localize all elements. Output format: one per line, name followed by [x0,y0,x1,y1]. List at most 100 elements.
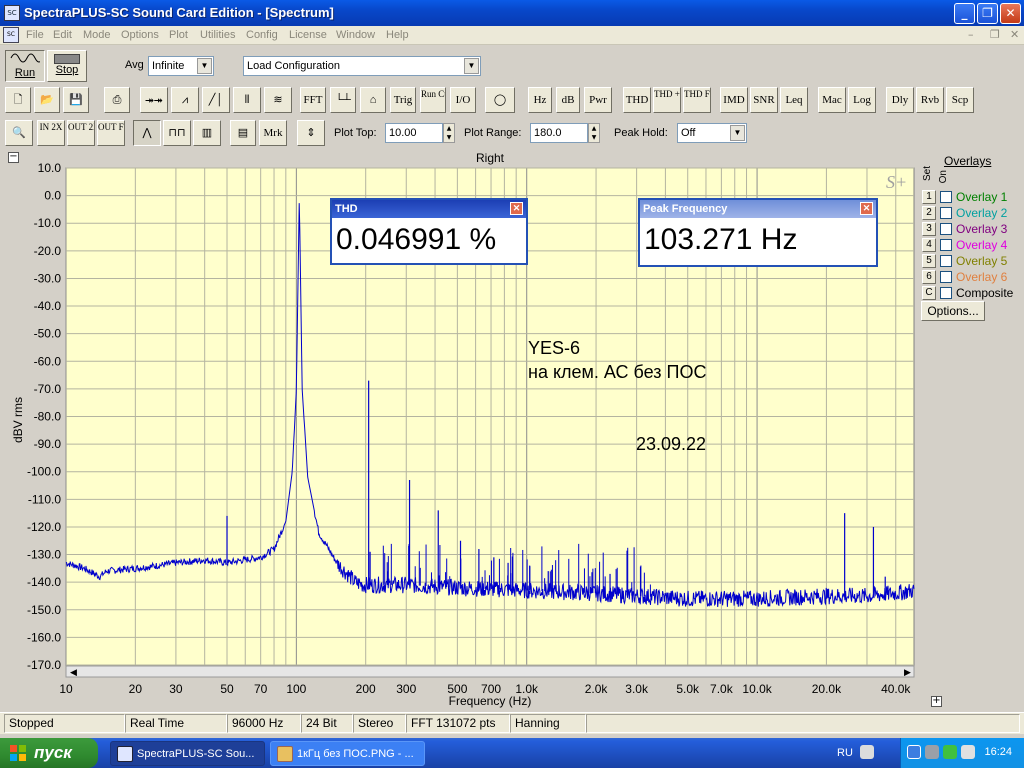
overlay-row-3[interactable]: 3 Overlay 3 [922,222,1022,236]
overlay-checkbox[interactable] [940,207,952,219]
overlay-set-button[interactable]: 4 [922,238,936,252]
overlay-row-1[interactable]: 1 Overlay 1 [922,190,1022,204]
overlay-row-2[interactable]: 2 Overlay 2 [922,206,1022,220]
y-tick-label: -20.0 [34,244,62,258]
clock[interactable]: 16:24 [984,746,1012,758]
overlay-set-button[interactable]: 5 [922,254,936,268]
task-spectraplus[interactable]: SpectraPLUS-SC Sou... [110,741,265,766]
x-tick-label: 70 [254,682,268,696]
overlay-options-button[interactable]: Options... [921,301,985,321]
status-empty [586,714,1020,733]
overlay-label: Overlay 4 [956,238,1008,252]
y-tick-label: 10.0 [38,161,62,175]
overlay-set-button[interactable]: 1 [922,190,936,204]
x-tick-label: 40.0k [881,682,911,696]
x-tick-label: 20.0k [812,682,842,696]
y-tick-label: -30.0 [34,271,62,285]
overlay-set-button[interactable]: C [922,286,936,300]
overlay-label: Composite [956,286,1014,300]
overlay-row-5[interactable]: 5 Overlay 5 [922,254,1022,268]
x-tick-label: 200 [356,682,376,696]
x-tick-label: 2.0k [585,682,609,696]
y-tick-label: -80.0 [34,410,62,424]
spectrum-chart[interactable]: 10.0 0.0 -10.0 -20.0 -30.0 -40.0 -50.0 -60.0 -70… [0,0,1024,710]
thd-meter-titlebar[interactable]: THD ✕ [332,200,526,218]
start-label: пуск [34,743,72,762]
status-bit-depth: 24 Bit [301,714,353,733]
overlay-checkbox[interactable] [940,255,952,267]
overlay-checkbox[interactable] [940,223,952,235]
windows-flag-icon [10,745,26,761]
y-tick-label: -100.0 [27,465,61,479]
volume-icon[interactable] [925,745,939,759]
overlay-checkbox[interactable] [940,239,952,251]
overlay-set-button[interactable]: 3 [922,222,936,236]
usb-icon[interactable] [961,745,975,759]
y-tick-label: -130.0 [27,548,61,562]
x-tick-label: 100 [286,682,306,696]
keyboard-icon[interactable] [860,745,874,759]
peak-frequency-value: 103.271 Hz [644,223,798,256]
y-tick-label: -50.0 [34,327,62,341]
status-sample-rate: 96000 Hz [227,714,301,733]
y-tick-label: -170.0 [27,658,61,672]
overlays-set-header: Set [922,166,933,182]
y-tick-label: -140.0 [27,575,61,589]
y-tick-label: -110.0 [28,492,61,506]
scroll-right-icon[interactable]: ▶ [904,668,911,678]
antivirus-icon[interactable] [943,745,957,759]
y-tick-label: -70.0 [34,382,62,396]
thd-value: 0.046991 % [336,223,497,256]
status-channels: Stereo [353,714,406,733]
spectraplus-logo: S+ [886,172,907,192]
start-button[interactable]: пуск [0,738,98,768]
x-tick-label: 10.0k [742,682,772,696]
overlay-checkbox[interactable] [940,287,952,299]
overlays-title[interactable]: Overlays [944,154,991,168]
close-icon[interactable]: ✕ [510,202,523,215]
status-fft-size: FFT 131072 pts [406,714,510,733]
x-tick-label: 30 [169,682,183,696]
y-tick-label: -60.0 [34,354,62,368]
spectraplus-icon [117,746,133,762]
overlay-set-button[interactable]: 2 [922,206,936,220]
task-image-viewer-label: 1кГц без ПОС.PNG - ... [297,748,414,760]
y-tick-label: -160.0 [27,630,61,644]
language-indicator[interactable]: RU [837,747,853,759]
peak-frequency-meter[interactable]: Peak Frequency ✕ 103.271 Hz [638,198,878,267]
network-icon[interactable] [907,745,921,759]
overlay-row-6[interactable]: 6 Overlay 6 [922,270,1022,284]
peak-meter-title: Peak Frequency [643,203,728,215]
system-tray: 16:24 [900,738,1024,768]
overlay-checkbox[interactable] [940,191,952,203]
thd-meter[interactable]: THD ✕ 0.046991 % [330,198,528,265]
x-tick-label: 50 [220,682,234,696]
taskbar: пуск SpectraPLUS-SC Sou... 1кГц без ПОС.… [0,738,1024,768]
status-window: Hanning [510,714,586,733]
scroll-left-icon[interactable]: ◀ [70,668,77,678]
x-tick-label: 7.0k [710,682,734,696]
close-icon[interactable]: ✕ [860,202,873,215]
overlay-label: Overlay 5 [956,254,1008,268]
overlay-label: Overlay 6 [956,270,1008,284]
status-state: Stopped [4,714,125,733]
task-image-viewer[interactable]: 1кГц без ПОС.PNG - ... [270,741,425,766]
overlay-row-c[interactable]: C Composite [922,286,1022,300]
y-tick-label: -10.0 [34,216,62,230]
overlay-checkbox[interactable] [940,271,952,283]
x-tick-label: 5.0k [676,682,700,696]
x-axis-label: Frequency (Hz) [449,694,532,708]
status-bar: Stopped Real Time 96000 Hz 24 Bit Stereo… [0,712,1024,734]
plot-annotation: на клем. АС без ПОС [528,362,706,382]
overlay-set-button[interactable]: 6 [922,270,936,284]
overlay-row-4[interactable]: 4 Overlay 4 [922,238,1022,252]
task-spectraplus-label: SpectraPLUS-SC Sou... [137,748,255,760]
y-tick-label: -40.0 [34,299,62,313]
overlays-on-header: On [938,170,949,184]
horizontal-scrollbar[interactable] [65,665,915,678]
paint-icon [277,746,293,762]
peak-meter-titlebar[interactable]: Peak Frequency ✕ [640,200,876,218]
thd-meter-title: THD [335,203,358,215]
overlay-label: Overlay 2 [956,206,1008,220]
status-mode: Real Time [125,714,227,733]
